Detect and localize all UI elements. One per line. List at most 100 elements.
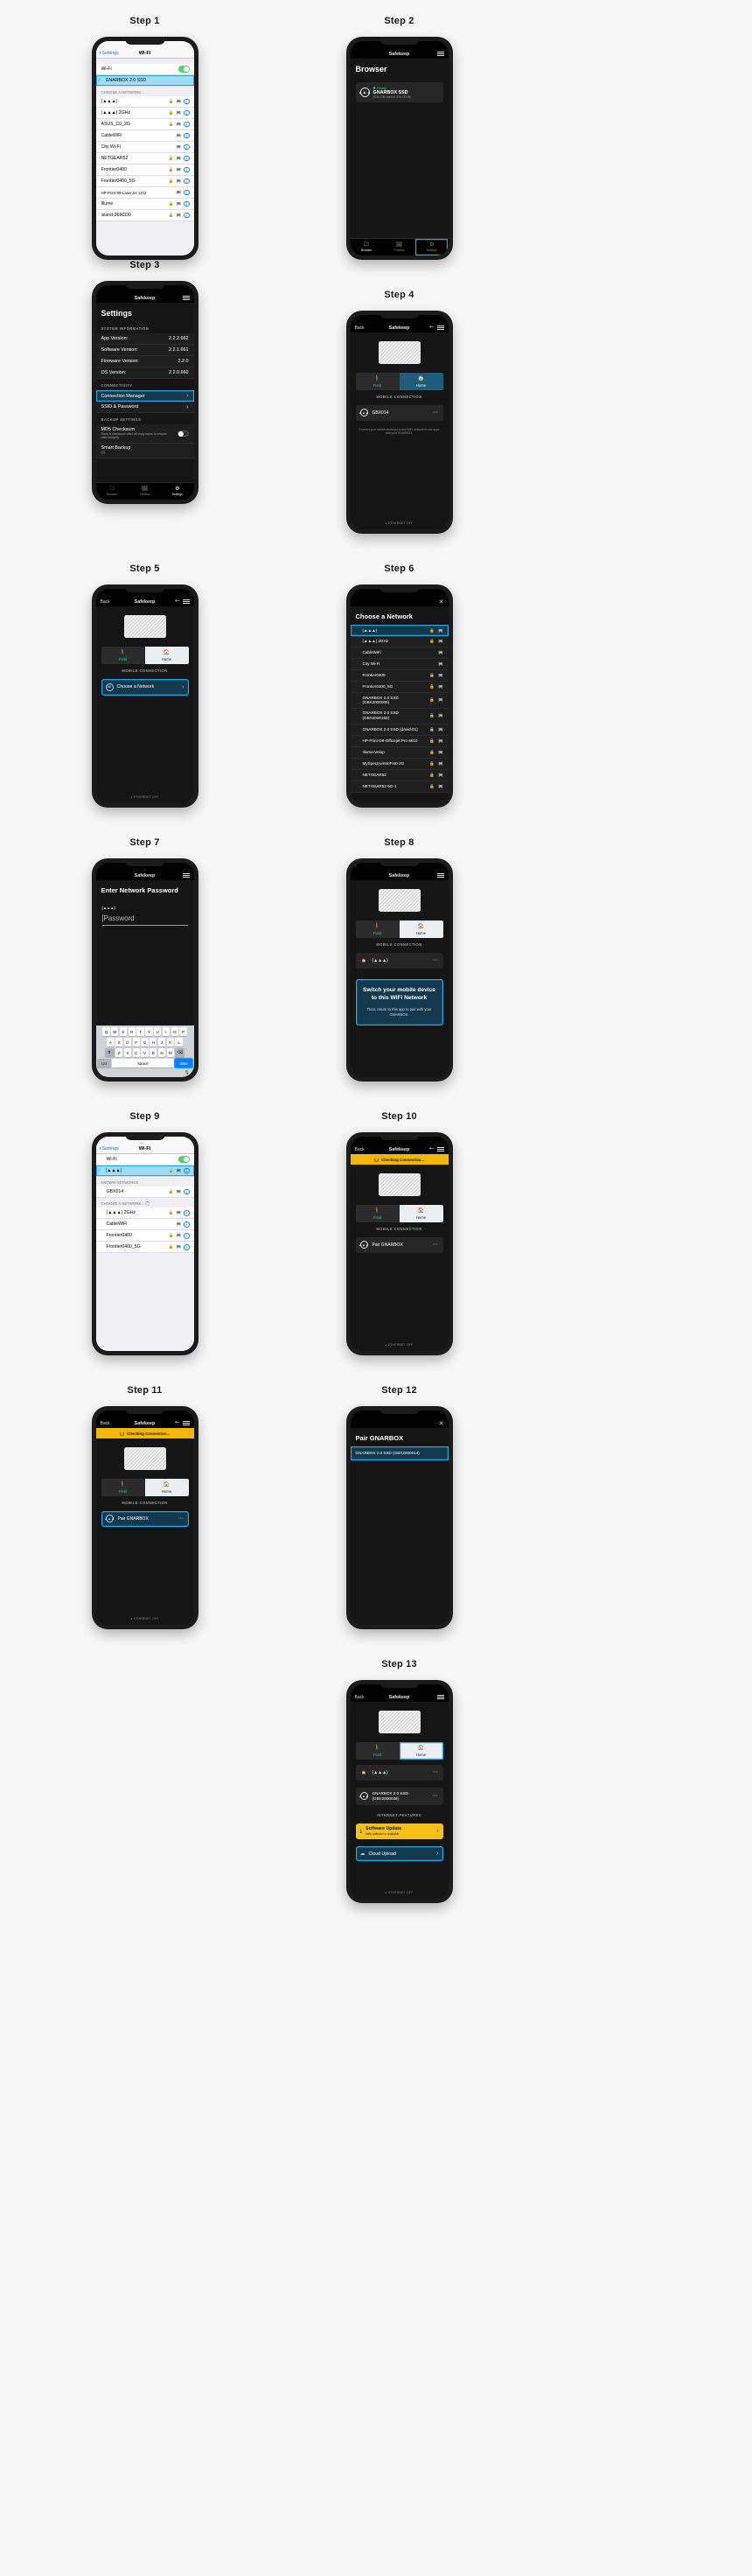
key-f[interactable]: F — [132, 1038, 140, 1046]
numbers-key[interactable]: 123 — [97, 1059, 111, 1068]
tab-browser[interactable]: 🗀 Browser — [351, 239, 383, 256]
add-remove-icon[interactable]: +– — [175, 1420, 180, 1425]
menu-icon[interactable] — [436, 1694, 444, 1699]
close-icon[interactable]: ✕ — [439, 598, 444, 606]
key-r[interactable]: R — [128, 1027, 136, 1036]
tab-browser[interactable]: 🗀 Browser — [96, 483, 129, 500]
network-row[interactable]: Frontier0400 🔒 ᯼ — [350, 670, 449, 682]
key-l[interactable]: L — [175, 1038, 183, 1046]
network-row[interactable]: ASUS_C0_2G 🔒 ᯼ i — [95, 119, 194, 130]
network-row[interactable]: Frontier0400 🔒 ᯼ i — [95, 164, 194, 176]
menu-icon[interactable] — [436, 872, 444, 878]
device-card[interactable]: ▲▲▲ GNARBOX 2.0 SSD (GBX2000038) ⋯ — [355, 1787, 443, 1806]
shift-key-icon[interactable]: ⬆ — [104, 1048, 115, 1057]
network-row[interactable]: GNARBOX 2.0 SSD (GBX2000152) 🔒 ᯼ — [350, 708, 449, 724]
network-row[interactable]: GNARBOX 2.0 SSD (david-01) 🔒 ᯼ — [350, 724, 449, 736]
key-o[interactable]: O — [171, 1027, 178, 1036]
add-remove-icon[interactable]: +– — [175, 598, 180, 604]
key-d[interactable]: D — [123, 1038, 132, 1046]
home-mode-button[interactable]: 🏠 Home — [144, 1479, 189, 1496]
microphone-icon[interactable]: 🎙 — [185, 1070, 190, 1075]
menu-icon[interactable] — [436, 1146, 444, 1152]
key-k[interactable]: K — [166, 1038, 175, 1046]
network-row[interactable]: NETGEAR52 🔒 ᯼ — [350, 769, 449, 781]
info-icon[interactable]: i — [184, 1188, 190, 1195]
backspace-key-icon[interactable]: ⌫ — [175, 1048, 185, 1057]
choose-network-button[interactable]: ᯼ Choose a Network › — [101, 678, 189, 696]
password-input[interactable]: Password — [101, 914, 188, 926]
network-row[interactable]: City Wi-Fi ᯼ i — [95, 142, 194, 153]
key-h[interactable]: H — [150, 1038, 157, 1046]
connection-manager-row[interactable]: Connection Manager › — [95, 390, 194, 402]
done-key[interactable]: done — [175, 1059, 192, 1068]
key-g[interactable]: G — [141, 1038, 149, 1046]
info-icon[interactable]: i — [184, 121, 190, 128]
key-m[interactable]: M — [166, 1048, 175, 1057]
info-icon[interactable]: i — [184, 132, 190, 139]
info-icon[interactable]: i — [184, 1233, 190, 1239]
info-icon[interactable]: i — [184, 98, 190, 105]
field-mode-button[interactable]: 🚶 Field — [355, 1742, 400, 1760]
tab-settings[interactable]: ⚙ Settings — [415, 239, 448, 256]
menu-icon[interactable] — [436, 51, 444, 56]
info-icon[interactable]: i — [184, 166, 190, 173]
cloud-upload-button[interactable]: ☁ Cloud Upload › — [355, 1846, 443, 1862]
key-a[interactable]: A — [107, 1038, 115, 1046]
add-remove-icon[interactable]: +– — [429, 1146, 435, 1152]
field-mode-button[interactable]: 🚶 Field — [355, 373, 400, 390]
key-e[interactable]: E — [119, 1027, 128, 1036]
key-q[interactable]: Q — [102, 1027, 110, 1036]
field-mode-button[interactable]: 🚶 Field — [355, 920, 400, 938]
menu-icon[interactable] — [436, 325, 444, 330]
key-b[interactable]: B — [150, 1048, 157, 1057]
ssid-password-row[interactable]: SSID & Password › — [95, 402, 194, 413]
network-row[interactable]: Frontier0400_5G 🔒 ᯼ i — [95, 1242, 194, 1254]
network-row[interactable]: CableWiFi ᯼ — [350, 648, 449, 659]
network-row[interactable]: (▲▲▲) 2GHz 🔒 ᯼ i — [95, 1208, 194, 1220]
menu-icon[interactable] — [182, 598, 190, 604]
tab-settings[interactable]: ⚙ Settings — [161, 483, 193, 500]
more-options-icon[interactable]: ⋯ — [433, 1242, 439, 1248]
key-j[interactable]: J — [157, 1038, 166, 1046]
field-mode-button[interactable]: 🚶 Field — [355, 1205, 400, 1222]
connection-card[interactable]: 🏠 (▲▲▲) ⋯ — [355, 1764, 443, 1781]
network-row[interactable]: Frontier0400 🔒 ᯼ i — [95, 1230, 194, 1242]
more-options-icon[interactable]: ⋯ — [433, 410, 439, 416]
key-y[interactable]: Y — [145, 1027, 153, 1036]
network-row[interactable]: HP-Print-D8-Officejet Pro 8610 🔒 ᯼ — [350, 735, 449, 747]
menu-icon[interactable] — [182, 1420, 190, 1425]
network-row[interactable]: CableWiFi ᯼ i — [95, 130, 194, 142]
pair-gnarbox-card[interactable]: ▲▲▲ Pair GNARBOX ⋯ — [355, 1236, 443, 1253]
info-icon[interactable]: i — [184, 212, 190, 219]
info-icon[interactable]: i — [184, 109, 190, 116]
menu-icon[interactable] — [182, 295, 190, 300]
menu-icon[interactable] — [182, 872, 190, 878]
field-mode-button[interactable]: 🚶 Field — [101, 647, 145, 664]
home-mode-button[interactable]: 🏠 Home — [399, 1742, 443, 1760]
info-icon[interactable]: i — [184, 1167, 190, 1174]
known-network-row[interactable]: GBX014 🔒 ᯼ i — [95, 1186, 194, 1198]
wifi-toggle-row[interactable]: Wi-Fi — [95, 64, 194, 75]
network-row[interactable]: (▲▲▲) 2GHz 🔒 ᯼ — [350, 636, 449, 648]
key-c[interactable]: C — [132, 1048, 140, 1057]
connection-card[interactable]: ▲▲▲ GBX014 ⋯ — [355, 404, 443, 421]
info-icon[interactable]: i — [184, 1210, 190, 1216]
network-row[interactable]: MySpectrumWiFi40-2G 🔒 ᯼ — [350, 758, 449, 770]
key-t[interactable]: T — [136, 1027, 144, 1036]
pair-option-row[interactable]: GNARBOX 2.0 SSD (GBX2000014) — [350, 1446, 449, 1460]
close-icon[interactable]: ✕ — [439, 1420, 444, 1427]
network-row[interactable]: island-369CD0 🔒 ᯼ i — [95, 210, 194, 221]
network-row[interactable]: CableWiFi ᯼ i — [95, 1219, 194, 1231]
network-row[interactable]: (▲▲▲) 2GHz 🔒 ᯼ i — [95, 108, 194, 119]
more-options-icon[interactable]: ⋯ — [178, 1516, 185, 1522]
network-row[interactable]: Frontier0400_5G 🔒 ᯼ — [350, 682, 449, 693]
network-row[interactable]: GNARBOX 2.0 SSD (GBX2000009) 🔒 ᯼ — [350, 693, 449, 709]
info-icon[interactable]: i — [184, 189, 190, 196]
info-icon[interactable]: i — [184, 1244, 190, 1250]
back-button[interactable]: Back — [355, 1147, 365, 1152]
md5-toggle[interactable] — [177, 430, 189, 438]
key-x[interactable]: X — [123, 1048, 132, 1057]
network-row[interactable]: Illume 🔒 ᯼ i — [95, 199, 194, 210]
home-mode-button[interactable]: 🏠 Home — [399, 373, 443, 390]
more-options-icon[interactable]: ⋯ — [433, 1793, 439, 1799]
